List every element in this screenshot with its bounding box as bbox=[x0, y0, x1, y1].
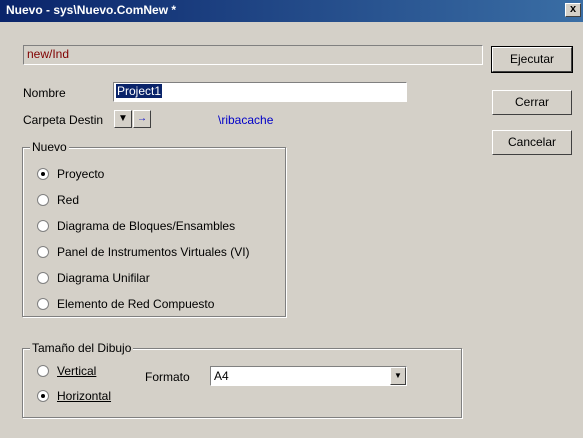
radio-nuevo-label[interactable]: Diagrama de Bloques/Ensambles bbox=[57, 219, 235, 233]
radio-nuevo-label[interactable]: Panel de Instrumentos Virtuales (VI) bbox=[57, 245, 250, 259]
cerrar-button[interactable]: Cerrar bbox=[492, 90, 572, 115]
new-project-dialog: Nuevo - sys\Nuevo.ComNew * x new/Ind Nom… bbox=[0, 0, 583, 438]
folder-dropdown-button[interactable]: ▼ bbox=[114, 110, 132, 128]
radio-vertical-label[interactable]: Vertical bbox=[57, 364, 96, 378]
cancelar-button[interactable]: Cancelar bbox=[492, 130, 572, 155]
name-input-value: Project1 bbox=[116, 84, 163, 98]
nuevo-legend: Nuevo bbox=[30, 140, 69, 154]
radio-nuevo-label[interactable]: Proyecto bbox=[57, 167, 104, 181]
ejecutar-button[interactable]: Ejecutar bbox=[491, 46, 573, 73]
formato-select[interactable]: A4 ▼ bbox=[210, 366, 407, 386]
radio-nuevo-1[interactable] bbox=[37, 194, 49, 206]
path-field: new/Ind bbox=[23, 45, 483, 65]
radio-nuevo-label[interactable]: Elemento de Red Compuesto bbox=[57, 297, 214, 311]
carpeta-label: Carpeta Destin bbox=[23, 113, 104, 127]
radio-nuevo-5[interactable] bbox=[37, 298, 49, 310]
radio-nuevo-2[interactable] bbox=[37, 220, 49, 232]
tamano-legend: Tamaño del Dibujo bbox=[30, 341, 134, 355]
formato-select-value: A4 bbox=[214, 369, 229, 383]
radio-nuevo-label[interactable]: Diagrama Unifilar bbox=[57, 271, 150, 285]
radio-vertical[interactable] bbox=[37, 365, 49, 377]
radio-nuevo-label[interactable]: Red bbox=[57, 193, 79, 207]
window-title: Nuevo - sys\Nuevo.ComNew * bbox=[6, 3, 177, 17]
folder-link[interactable]: \ribacache bbox=[218, 113, 273, 127]
radio-nuevo-3[interactable] bbox=[37, 246, 49, 258]
chevron-down-icon[interactable]: ▼ bbox=[390, 367, 406, 385]
radio-nuevo-0[interactable] bbox=[37, 168, 49, 180]
radio-horizontal[interactable] bbox=[37, 390, 49, 402]
close-button[interactable]: x bbox=[565, 3, 581, 17]
radio-nuevo-4[interactable] bbox=[37, 272, 49, 284]
formato-label: Formato bbox=[145, 370, 190, 384]
radio-horizontal-label[interactable]: Horizontal bbox=[57, 389, 111, 403]
name-input[interactable]: Project1 bbox=[113, 82, 407, 102]
title-bar[interactable]: Nuevo - sys\Nuevo.ComNew * x bbox=[0, 0, 583, 22]
browse-arrow-button[interactable]: → bbox=[133, 110, 151, 128]
nombre-label: Nombre bbox=[23, 86, 66, 100]
